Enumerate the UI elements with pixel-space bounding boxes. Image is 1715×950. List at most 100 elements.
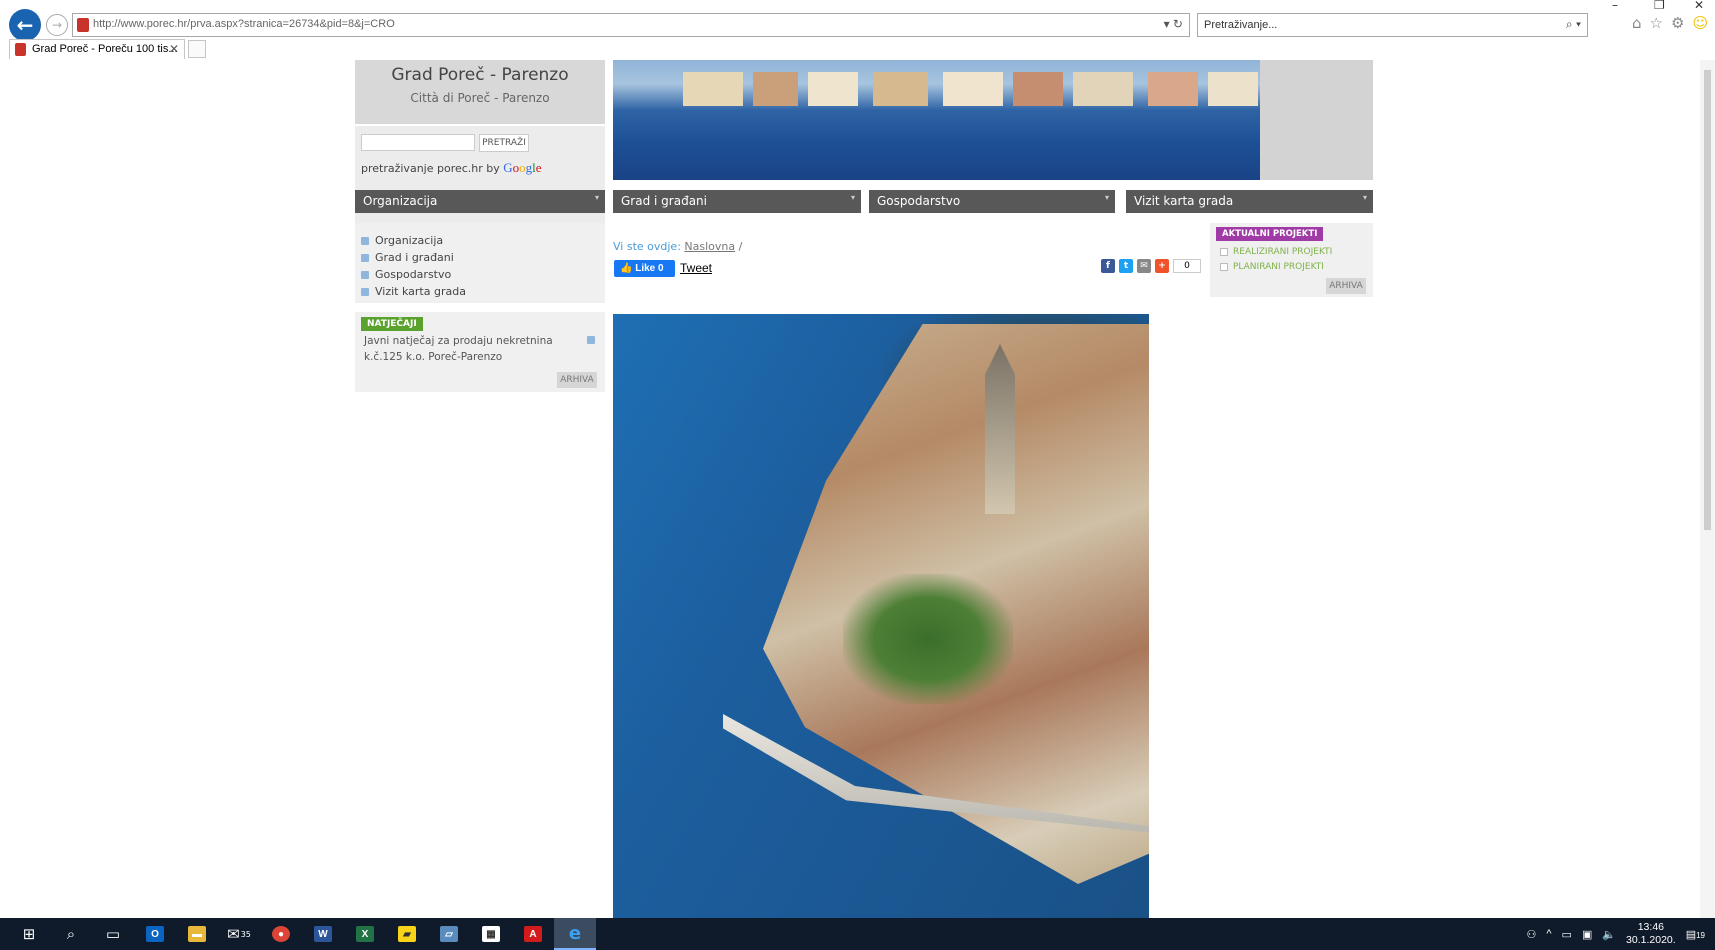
left-menu-label: Organizacija — [375, 234, 444, 247]
internet-explorer-icon[interactable]: e — [554, 918, 596, 950]
projects-item[interactable]: REALIZIRANI PROJEKTI — [1220, 247, 1332, 257]
nav-gospodarstvo[interactable]: Gospodarstvo ▾ — [869, 190, 1115, 213]
share-buttons: f t ✉ + 0 — [1101, 259, 1201, 273]
addthis-plus-icon[interactable]: + — [1155, 259, 1169, 273]
minimize-icon[interactable]: – — [1612, 0, 1618, 12]
chevron-down-icon: ▾ — [850, 193, 855, 202]
nav-organizacija[interactable]: Organizacija ▾ — [355, 190, 605, 213]
facebook-share-icon[interactable]: f — [1101, 259, 1115, 273]
park-shape — [843, 574, 1013, 704]
forward-arrow-icon[interactable]: → — [46, 14, 68, 36]
site-search-input[interactable] — [361, 134, 475, 151]
natjecaji-badge[interactable]: NATJEČAJI — [361, 317, 423, 331]
bell-tower-shape — [985, 344, 1015, 514]
site-favicon-icon — [77, 18, 89, 32]
scanner-icon[interactable]: ▱ — [428, 918, 470, 950]
search-caption: pretraživanje porec.hr by Google — [361, 160, 542, 176]
favorites-star-icon[interactable]: ☆ — [1650, 14, 1663, 32]
left-menu-label: Vizit karta grada — [375, 285, 466, 298]
bullet-icon — [361, 253, 369, 262]
people-icon[interactable]: ⚇ — [1526, 928, 1536, 941]
tweet-link[interactable]: Tweet — [680, 261, 712, 275]
sticky-notes-icon[interactable]: ▰ — [386, 918, 428, 950]
calendar-app-icon[interactable]: ▦ — [470, 918, 512, 950]
windows-start-icon[interactable]: ⊞ — [8, 918, 50, 950]
excel-icon[interactable]: X — [344, 918, 386, 950]
browser-toolbar: ⌂ ☆ ⚙ ☺ — [1632, 14, 1708, 32]
left-menu-label: Gospodarstvo — [375, 268, 452, 281]
natjecaji-archive-button[interactable]: ARHIVA — [557, 372, 597, 388]
page-scrollbar[interactable] — [1700, 60, 1715, 918]
browser-search-placeholder: Pretraživanje... — [1204, 19, 1278, 31]
acrobat-icon[interactable]: A — [512, 918, 554, 950]
site-header: Grad Poreč - Parenzo Città di Poreč - Pa… — [355, 60, 605, 124]
tab-active[interactable]: Grad Poreč - Poreču 100 tis... ✕ — [9, 39, 185, 59]
projects-item-label: REALIZIRANI PROJEKTI — [1233, 247, 1333, 257]
facebook-like-button[interactable]: 👍 Like 0 — [614, 260, 675, 277]
mail-icon[interactable]: ✉ 35 — [218, 918, 260, 950]
left-menu-item[interactable]: Grad i građani — [361, 249, 605, 266]
search-icon[interactable]: ⌕ — [50, 918, 92, 950]
breadcrumb-separator: / — [738, 240, 743, 253]
nav-label: Organizacija — [363, 194, 438, 208]
new-tab-button[interactable] — [188, 40, 206, 58]
tab-close-icon[interactable]: ✕ — [169, 42, 179, 56]
volume-icon[interactable]: 🔈 — [1602, 928, 1616, 941]
nav-vizit-karta-grada[interactable]: Vizit karta grada ▾ — [1126, 190, 1373, 213]
checkbox-icon[interactable] — [1220, 263, 1228, 271]
nav-label: Vizit karta grada — [1134, 194, 1234, 208]
left-menu-item[interactable]: Organizacija — [361, 232, 605, 249]
file-explorer-icon[interactable]: ▬ — [176, 918, 218, 950]
restore-icon[interactable]: ❐ — [1654, 0, 1665, 12]
home-icon[interactable]: ⌂ — [1632, 14, 1642, 32]
task-view-icon[interactable]: ▭ — [92, 918, 134, 950]
breadcrumb-home-link[interactable]: Naslovna — [684, 240, 735, 253]
breadcrumb: Vi ste ovdje: Naslovna / — [613, 240, 742, 253]
breadcrumb-prefix: Vi ste ovdje: — [613, 240, 681, 253]
clock[interactable]: 13:46 30.1.2020. — [1626, 921, 1676, 947]
projects-archive-button[interactable]: ARHIVA — [1326, 278, 1366, 294]
windows-taskbar: ⊞ ⌕ ▭ O ▬ ✉ 35 ● W X ▰ ▱ ▦ A e ⚇ ^ ▭ ▣ 🔈 … — [0, 918, 1715, 950]
site-title[interactable]: Grad Poreč - Parenzo — [355, 65, 605, 85]
nav-label: Grad i građani — [621, 194, 707, 208]
chevron-down-icon: ▾ — [1362, 193, 1367, 202]
outlook-icon[interactable]: O — [134, 918, 176, 950]
browser-chrome: ← → http://www.porec.hr/prva.aspx?strani… — [0, 0, 1715, 60]
natjecaji-link[interactable]: Javni natječaj za prodaju nekretnina k.č… — [364, 333, 584, 365]
left-menu-item[interactable]: Gospodarstvo — [361, 266, 605, 283]
left-menu-item[interactable]: Vizit karta grada — [361, 283, 605, 300]
back-arrow-icon[interactable]: ← — [9, 9, 41, 41]
battery-icon[interactable]: ▭ — [1562, 928, 1572, 941]
nav-grad-i-gradani[interactable]: Grad i građani ▾ — [613, 190, 861, 213]
browser-search-input[interactable]: Pretraživanje... ⌕ ▾ — [1197, 13, 1588, 37]
natjecaji-box: NATJEČAJI Javni natječaj za prodaju nekr… — [355, 312, 605, 392]
close-window-icon[interactable]: ✕ — [1694, 0, 1704, 12]
bullet-icon — [587, 336, 595, 344]
page-content: Grad Poreč - Parenzo Città di Poreč - Pa… — [0, 60, 1715, 918]
network-icon[interactable]: ▣ — [1582, 928, 1592, 941]
chevron-up-icon[interactable]: ^ — [1546, 928, 1551, 940]
notifications-icon[interactable]: ▤19 — [1686, 928, 1705, 941]
scrollbar-thumb[interactable] — [1704, 70, 1711, 530]
smiley-feedback-icon[interactable]: ☺ — [1692, 14, 1708, 32]
bullet-icon — [361, 236, 369, 245]
clock-date: 30.1.2020. — [1626, 934, 1676, 946]
site-subtitle: Città di Poreč - Parenzo — [410, 91, 550, 105]
word-icon[interactable]: W — [302, 918, 344, 950]
projects-badge[interactable]: AKTUALNI PROJEKTI — [1216, 227, 1324, 241]
site-search-button[interactable]: PRETRAŽI — [479, 134, 529, 152]
email-share-icon[interactable]: ✉ — [1137, 259, 1151, 273]
refresh-icon[interactable]: ▾ ↻ — [1164, 17, 1183, 31]
address-bar[interactable]: http://www.porec.hr/prva.aspx?stranica=2… — [72, 13, 1190, 37]
porec-aerial-photo — [613, 314, 1149, 918]
chevron-down-icon: ▾ — [1104, 193, 1109, 202]
checkbox-icon[interactable] — [1220, 248, 1228, 256]
share-count: 0 — [1173, 259, 1201, 273]
search-caption-text: pretraživanje porec.hr by — [361, 162, 500, 175]
twitter-share-icon[interactable]: t — [1119, 259, 1133, 273]
gear-icon[interactable]: ⚙ — [1671, 14, 1684, 32]
search-icon[interactable]: ⌕ ▾ — [1566, 17, 1581, 32]
projects-item[interactable]: PLANIRANI PROJEKTI — [1220, 262, 1324, 272]
left-menu-label: Grad i građani — [375, 251, 454, 264]
chrome-icon[interactable]: ● — [260, 918, 302, 950]
